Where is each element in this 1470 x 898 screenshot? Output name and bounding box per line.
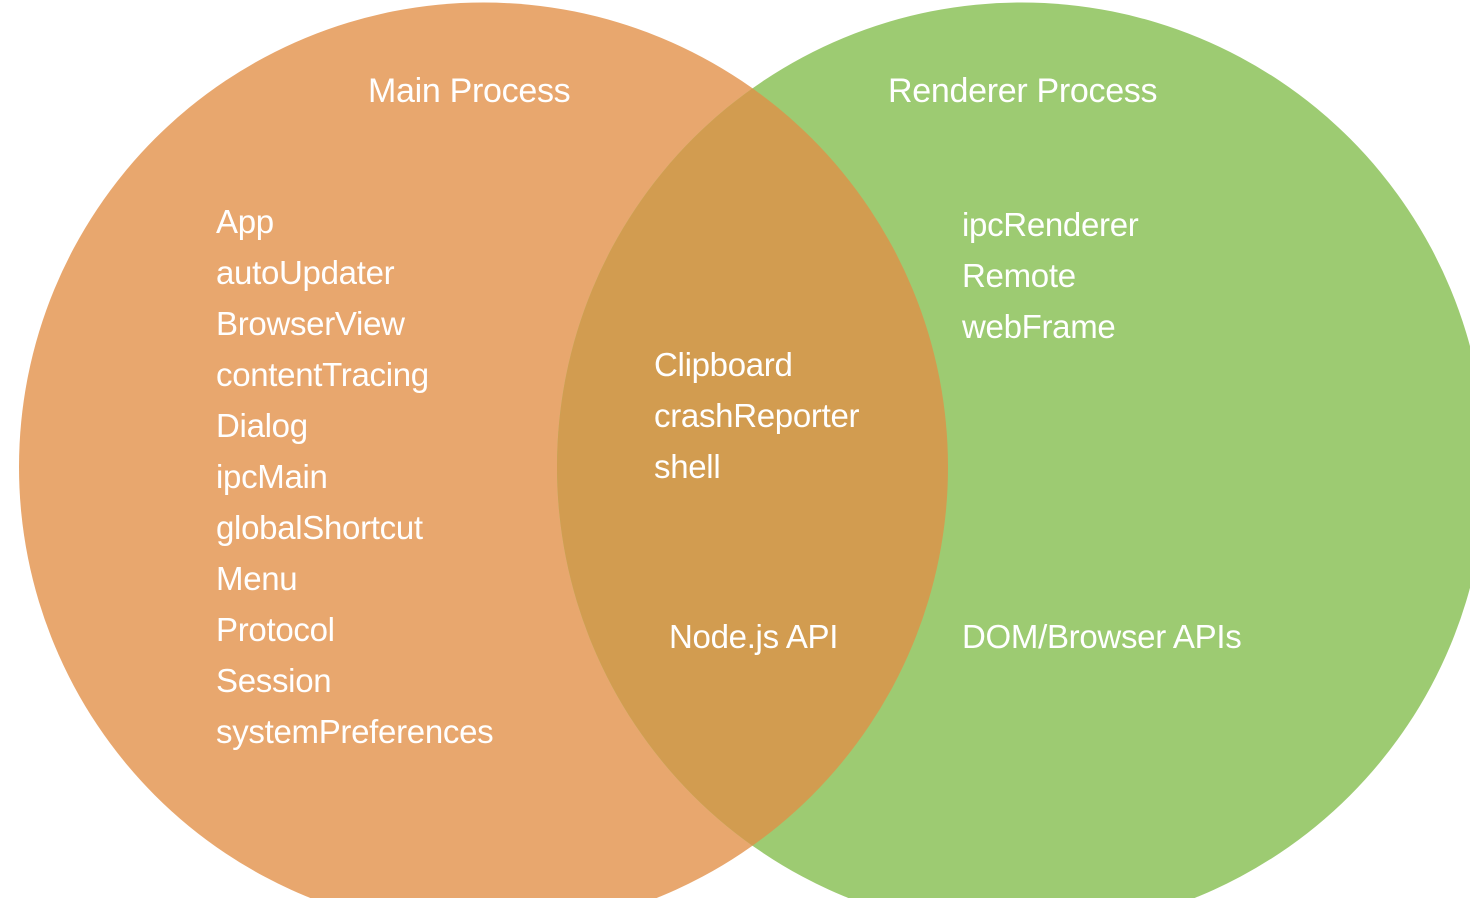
renderer-api-label: DOM/Browser APIs bbox=[962, 618, 1242, 655]
main-process-title: Main Process bbox=[368, 72, 571, 110]
module-item: Remote bbox=[962, 257, 1076, 294]
module-item: Dialog bbox=[216, 407, 308, 444]
module-item: Menu bbox=[216, 560, 298, 597]
module-item: autoUpdater bbox=[216, 254, 395, 291]
module-item: ipcRenderer bbox=[962, 206, 1139, 243]
module-item: Protocol bbox=[216, 611, 335, 648]
module-item: globalShortcut bbox=[216, 509, 423, 546]
module-item: ipcMain bbox=[216, 458, 328, 495]
module-item: systemPreferences bbox=[216, 713, 494, 750]
renderer-module-list: ipcRenderer Remote webFrame bbox=[962, 199, 1139, 352]
module-item: crashReporter bbox=[654, 397, 860, 434]
module-item: BrowserView bbox=[216, 305, 405, 342]
module-item: Session bbox=[216, 662, 332, 699]
main-process-module-list: App autoUpdater BrowserView contentTraci… bbox=[216, 196, 494, 757]
module-item: webFrame bbox=[962, 308, 1116, 345]
shared-api-label: Node.js API bbox=[669, 618, 839, 655]
shared-module-list: Clipboard crashReporter shell bbox=[654, 339, 859, 492]
renderer-process-title: Renderer Process bbox=[888, 72, 1158, 110]
module-item: App bbox=[216, 203, 274, 240]
module-item: Clipboard bbox=[654, 346, 793, 383]
module-item: shell bbox=[654, 448, 721, 485]
module-item: contentTracing bbox=[216, 356, 429, 393]
